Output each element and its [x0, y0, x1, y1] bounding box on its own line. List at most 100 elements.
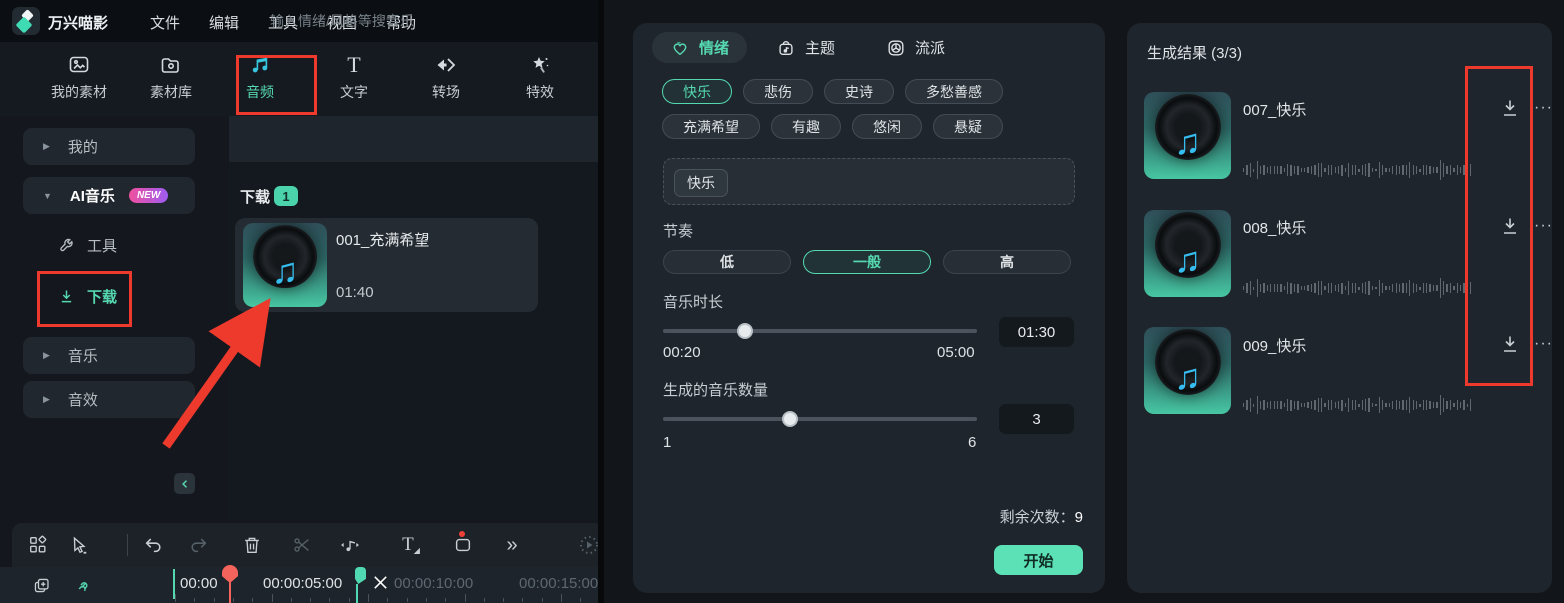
tempo-low-button[interactable]: 低 [663, 250, 791, 274]
toolbar-divider [127, 534, 128, 556]
chevron-right-icon: ▶ [43, 350, 50, 361]
duration-value[interactable]: 01:30 [999, 317, 1074, 347]
tab-label: 流派 [915, 37, 945, 58]
emotion-chip-row-2: 充满希望 有趣 悠闲 悬疑 [662, 114, 1003, 139]
theme-icon [776, 38, 796, 58]
album-art[interactable]: ♫ [1144, 327, 1231, 414]
render-preview-icon[interactable] [578, 534, 600, 556]
heart-icon [670, 39, 690, 57]
chip-sad[interactable]: 悲伤 [743, 79, 813, 104]
music-note-icon: ♫ [1174, 356, 1201, 398]
count-slider-handle[interactable] [782, 411, 798, 427]
timeline-ruler[interactable]: 00:00 00:00:05:00 00:00:10:00 00:00:15:0… [0, 567, 604, 603]
chip-relaxed[interactable]: 悠闲 [852, 114, 922, 139]
wrench-icon [58, 237, 75, 254]
start-button[interactable]: 开始 [994, 545, 1083, 575]
chip-epic[interactable]: 史诗 [824, 79, 894, 104]
more-tools-icon[interactable]: » [501, 534, 523, 556]
more-icon[interactable]: ··· [1534, 217, 1553, 235]
select-cursor-icon[interactable] [68, 534, 90, 556]
more-icon[interactable]: ··· [1534, 335, 1553, 353]
count-min: 1 [663, 434, 671, 451]
beat-detect-icon[interactable] [339, 534, 361, 556]
delete-icon[interactable] [241, 534, 263, 556]
chip-suspense[interactable]: 悬疑 [933, 114, 1003, 139]
selected-tag[interactable]: 快乐 [674, 169, 728, 197]
text-tool-icon[interactable]: T◢ [400, 534, 422, 556]
tab-label: 转场 [432, 82, 460, 102]
album-art[interactable]: ♫ [1144, 92, 1231, 179]
chip-sentimental[interactable]: 多愁善感 [905, 79, 1003, 104]
tempo-high-button[interactable]: 高 [943, 250, 1071, 274]
search-bar[interactable] [229, 116, 604, 163]
count-slider[interactable] [663, 417, 977, 421]
tab-genre[interactable]: 流派 [886, 32, 945, 63]
more-icon[interactable]: ··· [1534, 99, 1553, 117]
duration-label: 音乐时长 [663, 291, 723, 312]
music-note-icon: ♫ [1174, 121, 1201, 163]
annotation-box-download-item [37, 271, 132, 327]
annotation-arrow [150, 288, 290, 458]
app-title: 万兴喵影 [48, 12, 108, 33]
annotation-box-audio-tab [236, 55, 317, 115]
tempo-normal-button[interactable]: 一般 [803, 250, 931, 274]
count-value[interactable]: 3 [999, 404, 1074, 434]
duration-slider[interactable] [663, 329, 977, 333]
tab-text[interactable]: T 文字 [318, 52, 390, 102]
sidebar-label: 工具 [87, 235, 117, 256]
new-badge: NEW [129, 188, 168, 203]
count-max: 6 [968, 434, 976, 451]
layout-grid-icon[interactable] [27, 534, 49, 556]
chevron-left-icon [179, 478, 191, 490]
collapse-sidebar-button[interactable] [174, 473, 195, 494]
genre-icon [886, 38, 906, 58]
remaining-label: 剩余次数： [1000, 509, 1075, 526]
music-note-icon: ♫ [1174, 239, 1201, 281]
tab-my-media[interactable]: 我的素材 [43, 52, 115, 102]
emotion-chip-row-1: 快乐 悲伤 史诗 多愁善感 [662, 79, 1003, 104]
result-title: 008_快乐 [1243, 217, 1306, 238]
remaining-count: 剩余次数：9 [1000, 506, 1083, 527]
sidebar-item-tools[interactable]: 工具 [58, 232, 117, 258]
chevron-right-icon: ▶ [43, 394, 50, 405]
tab-emotion[interactable]: 情绪 [652, 32, 747, 63]
undo-icon[interactable] [142, 534, 164, 556]
duration-min: 00:20 [663, 344, 701, 361]
scissors-icon[interactable] [291, 534, 313, 556]
tab-label: 情绪 [699, 37, 729, 58]
downloads-section-header: 下载 [240, 186, 270, 207]
library-icon [159, 52, 183, 78]
sidebar-label: AI音乐 [70, 185, 115, 206]
result-title: 009_快乐 [1243, 335, 1306, 356]
chip-hopeful[interactable]: 充满希望 [662, 114, 760, 139]
menu-edit[interactable]: 编辑 [209, 12, 239, 33]
search-input[interactable] [268, 12, 572, 30]
duration-slider-handle[interactable] [737, 323, 753, 339]
redo-icon[interactable] [188, 534, 210, 556]
duration-max: 05:00 [937, 344, 975, 361]
sidebar-item-my[interactable]: ▶ 我的 [23, 128, 195, 165]
album-art[interactable]: ♫ [1144, 210, 1231, 297]
results-header: 生成结果 (3/3) [1147, 42, 1242, 63]
transition-icon [433, 52, 459, 78]
tab-label: 主题 [805, 37, 835, 58]
mask-tool-icon[interactable] [452, 534, 474, 556]
app-logo-icon [12, 7, 40, 35]
remaining-value: 9 [1075, 509, 1083, 526]
mask-tool-notification-dot [459, 531, 465, 537]
chip-happy[interactable]: 快乐 [662, 79, 732, 104]
tempo-label: 节奏 [663, 220, 693, 241]
menu-file[interactable]: 文件 [150, 12, 180, 33]
sidebar-item-ai-music[interactable]: ▼ AI音乐 NEW [23, 177, 195, 214]
tab-theme[interactable]: 主题 [776, 32, 835, 63]
tab-library[interactable]: 素材库 [135, 52, 207, 102]
music-item-duration: 01:40 [336, 284, 374, 301]
tab-transition[interactable]: 转场 [410, 52, 482, 102]
tab-label: 特效 [526, 82, 554, 102]
timeline-toolbar: T◢ » [12, 523, 604, 567]
tab-effects[interactable]: 特效 [504, 52, 576, 102]
tab-label: 我的素材 [51, 82, 107, 102]
chip-funny[interactable]: 有趣 [771, 114, 841, 139]
sidebar-label: 我的 [68, 136, 98, 157]
downloads-count-badge: 1 [274, 186, 298, 206]
